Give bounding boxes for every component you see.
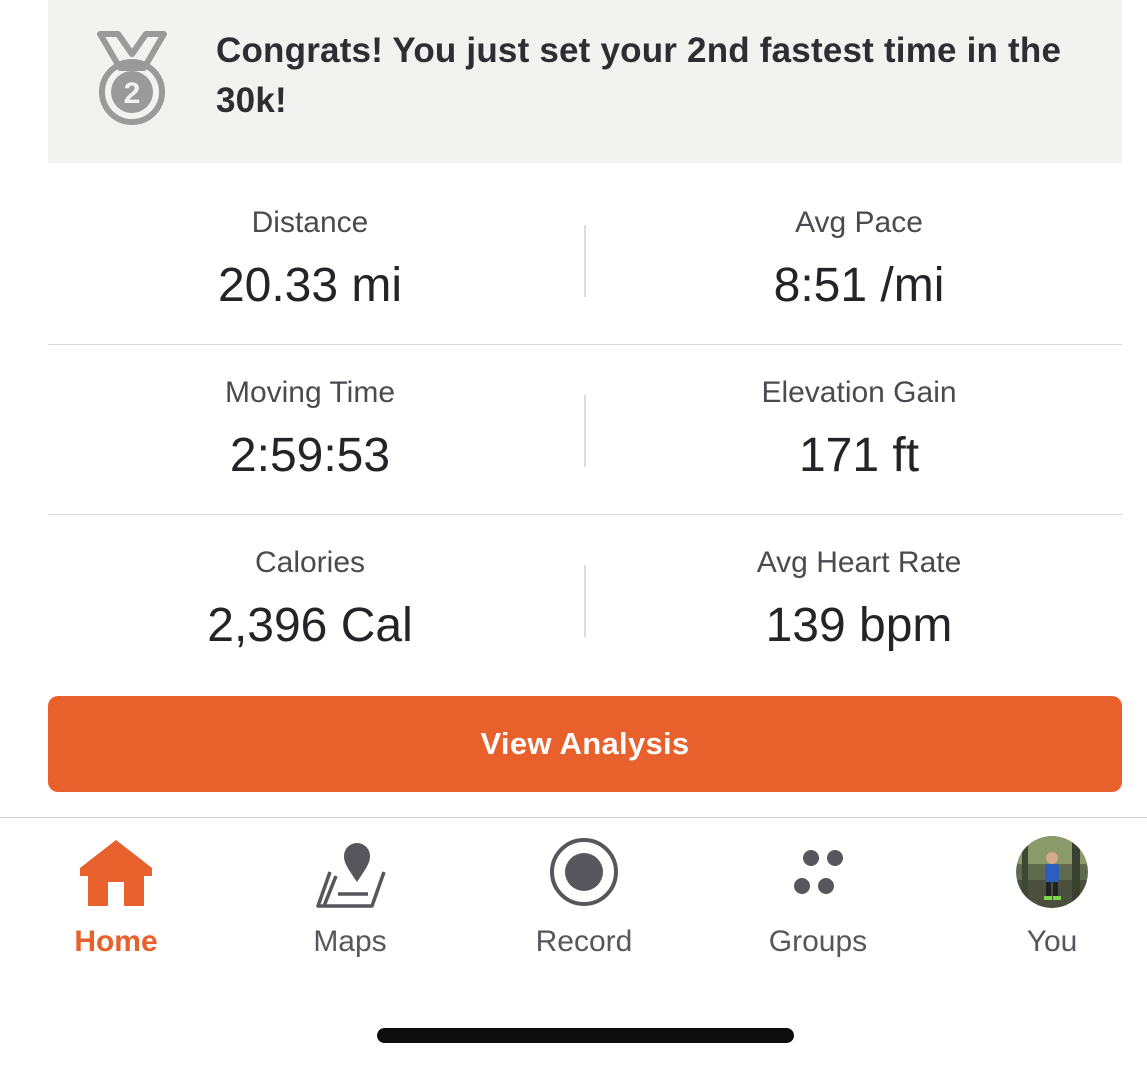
stats-row: Distance 20.33 mi Avg Pace 8:51 /mi bbox=[48, 175, 1122, 345]
stat-elevation-gain: Elevation Gain 171 ft bbox=[585, 345, 1133, 515]
stats-row: Calories 2,396 Cal Avg Heart Rate 139 bp… bbox=[48, 515, 1122, 685]
bottom-tab-bar: Home Maps Record Groups You bbox=[0, 817, 1147, 988]
stat-value: 2:59:53 bbox=[229, 429, 391, 482]
home-icon bbox=[80, 840, 152, 906]
activity-summary-screen: 2 Congrats! You just set your 2nd fastes… bbox=[0, 0, 1147, 1067]
activity-stats: Distance 20.33 mi Avg Pace 8:51 /mi Movi… bbox=[48, 175, 1122, 685]
stat-distance: Distance 20.33 mi bbox=[48, 175, 572, 345]
stat-label: Calories bbox=[254, 546, 366, 579]
tab-home[interactable]: Home bbox=[16, 818, 216, 988]
stat-label: Avg Pace bbox=[795, 206, 923, 239]
tab-record[interactable]: Record bbox=[484, 818, 684, 988]
stat-value: 2,396 Cal bbox=[207, 599, 413, 652]
home-indicator[interactable] bbox=[377, 1028, 794, 1043]
silver-medal-icon: 2 bbox=[97, 31, 167, 125]
record-icon bbox=[550, 838, 618, 906]
view-analysis-button[interactable]: View Analysis bbox=[48, 696, 1122, 792]
svg-text:2: 2 bbox=[124, 77, 141, 110]
stat-avg-heart-rate: Avg Heart Rate 139 bpm bbox=[585, 515, 1133, 685]
tab-maps[interactable]: Maps bbox=[250, 818, 450, 988]
stat-value: 171 ft bbox=[798, 429, 920, 482]
stat-avg-pace: Avg Pace 8:51 /mi bbox=[585, 175, 1133, 345]
avatar bbox=[1016, 836, 1088, 908]
stat-label: Distance bbox=[251, 206, 369, 239]
tab-groups[interactable]: Groups bbox=[718, 818, 918, 988]
map-pin-icon bbox=[316, 843, 386, 908]
achievement-message: Congrats! You just set your 2nd fastest … bbox=[216, 31, 1062, 120]
tab-label: Maps bbox=[313, 925, 387, 958]
stats-row: Moving Time 2:59:53 Elevation Gain 171 f… bbox=[48, 345, 1122, 515]
stat-calories: Calories 2,396 Cal bbox=[48, 515, 572, 685]
stat-value: 20.33 mi bbox=[217, 259, 403, 312]
stat-label: Moving Time bbox=[224, 376, 396, 409]
stat-value: 8:51 /mi bbox=[773, 259, 945, 312]
stat-moving-time: Moving Time 2:59:53 bbox=[48, 345, 572, 515]
stat-label: Avg Heart Rate bbox=[756, 546, 962, 579]
tab-label: You bbox=[1026, 925, 1078, 958]
stat-label: Elevation Gain bbox=[761, 376, 957, 409]
stat-value: 139 bpm bbox=[765, 599, 953, 652]
tab-label: Groups bbox=[768, 925, 868, 958]
tab-you[interactable]: You bbox=[952, 818, 1147, 988]
groups-icon bbox=[794, 850, 843, 894]
achievement-banner: 2 Congrats! You just set your 2nd fastes… bbox=[48, 0, 1122, 163]
tab-label: Home bbox=[74, 925, 158, 958]
tab-label: Record bbox=[535, 925, 633, 958]
